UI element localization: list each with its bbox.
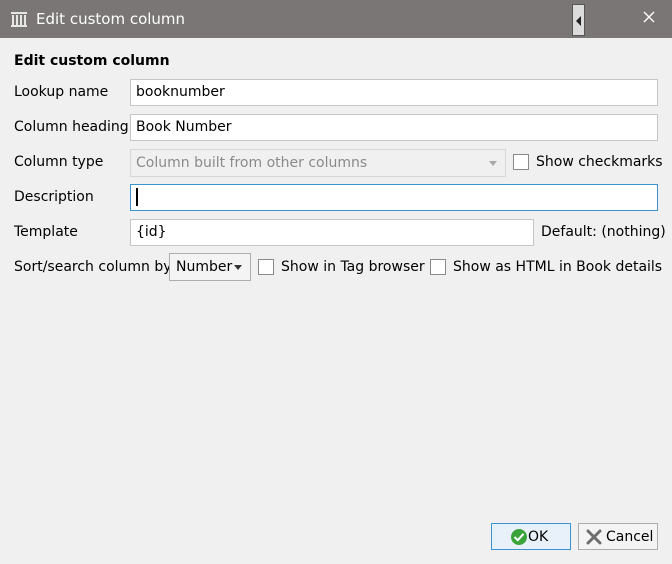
chevron-down-icon [234,265,242,270]
form-heading: Edit custom column [14,53,170,69]
lookup-name-label: Lookup name [14,84,109,100]
ok-label: OK [528,528,549,545]
library-icon [10,10,28,28]
close-button[interactable] [626,0,672,38]
close-icon [643,11,655,27]
show-as-html-label: Show as HTML in Book details [453,259,663,275]
sort-search-value: Number [176,259,233,275]
column-type-label: Column type [14,154,104,170]
check-icon [510,528,528,546]
show-checkmarks-checkbox[interactable] [513,154,529,170]
window-title: Edit custom column [36,10,186,28]
description-input[interactable] [130,184,658,211]
chevron-down-icon [489,161,497,166]
show-as-html-checkbox[interactable] [430,259,446,275]
title-bar: Edit custom column [0,0,672,38]
description-label: Description [14,189,94,205]
lookup-name-input[interactable]: booknumber [130,79,658,106]
sort-search-select[interactable]: Number [169,253,251,281]
column-heading-label: Column heading [14,119,129,135]
cancel-label: Cancel [606,528,654,545]
show-checkmarks-label: Show checkmarks [536,154,663,170]
template-input[interactable]: {id} [130,219,534,246]
sort-search-label: Sort/search column by [14,259,172,275]
show-in-tag-browser-label: Show in Tag browser [281,259,425,275]
resize-grip[interactable] [572,4,585,36]
column-type-value: Column built from other columns [136,155,368,171]
cancel-button[interactable]: Cancel [578,523,658,550]
ok-button[interactable]: OK [491,523,571,550]
text-caret [136,188,138,206]
chevron-left-icon [576,16,581,26]
column-type-select[interactable]: Column built from other columns [130,149,506,177]
cancel-x-icon [585,528,603,546]
column-heading-input[interactable]: Book Number [130,114,658,141]
template-default-text: Default: (nothing) [541,224,666,240]
template-label: Template [14,224,78,240]
show-in-tag-browser-checkbox[interactable] [258,259,274,275]
